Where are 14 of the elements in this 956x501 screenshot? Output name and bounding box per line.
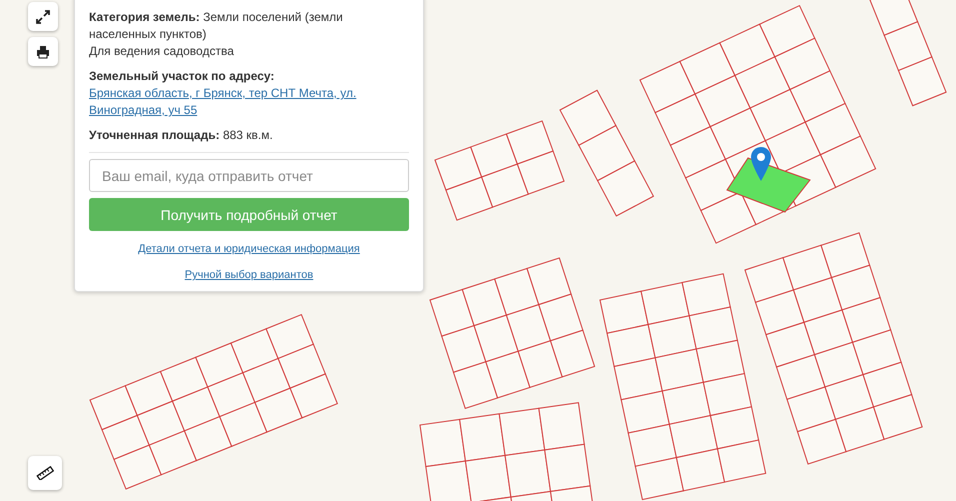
- area-text: Уточненная площадь: 883 кв.м.: [89, 127, 274, 144]
- address-text: Земельный участок по адресу: Брянская область, г Брянск, тер СНТ Мечта, ул. Виноградная, уч 55: [89, 68, 409, 119]
- land-category-text: Категория земель: Земли поселений (земли населенных пунктов): [89, 9, 344, 43]
- expand-icon: [36, 10, 50, 24]
- panel-link[interactable]: Детали отчета и юридическая информация: [138, 243, 360, 255]
- print-button[interactable]: [28, 37, 58, 66]
- land-purpose-text: Для ведения садоводства: [89, 43, 235, 60]
- printer-icon: [36, 44, 50, 58]
- ruler-button[interactable]: [28, 456, 62, 490]
- fullscreen-button[interactable]: [28, 2, 58, 31]
- panel-link[interactable]: Ручной выбор вариантов: [184, 269, 314, 281]
- address-link[interactable]: Брянская область, г Брянск, тер СНТ Мечта, ул. Виноградная, уч 55: [89, 85, 409, 119]
- map-pin-icon: [751, 147, 771, 181]
- email-field[interactable]: Ваш email, куда отправить отчет: [89, 159, 409, 192]
